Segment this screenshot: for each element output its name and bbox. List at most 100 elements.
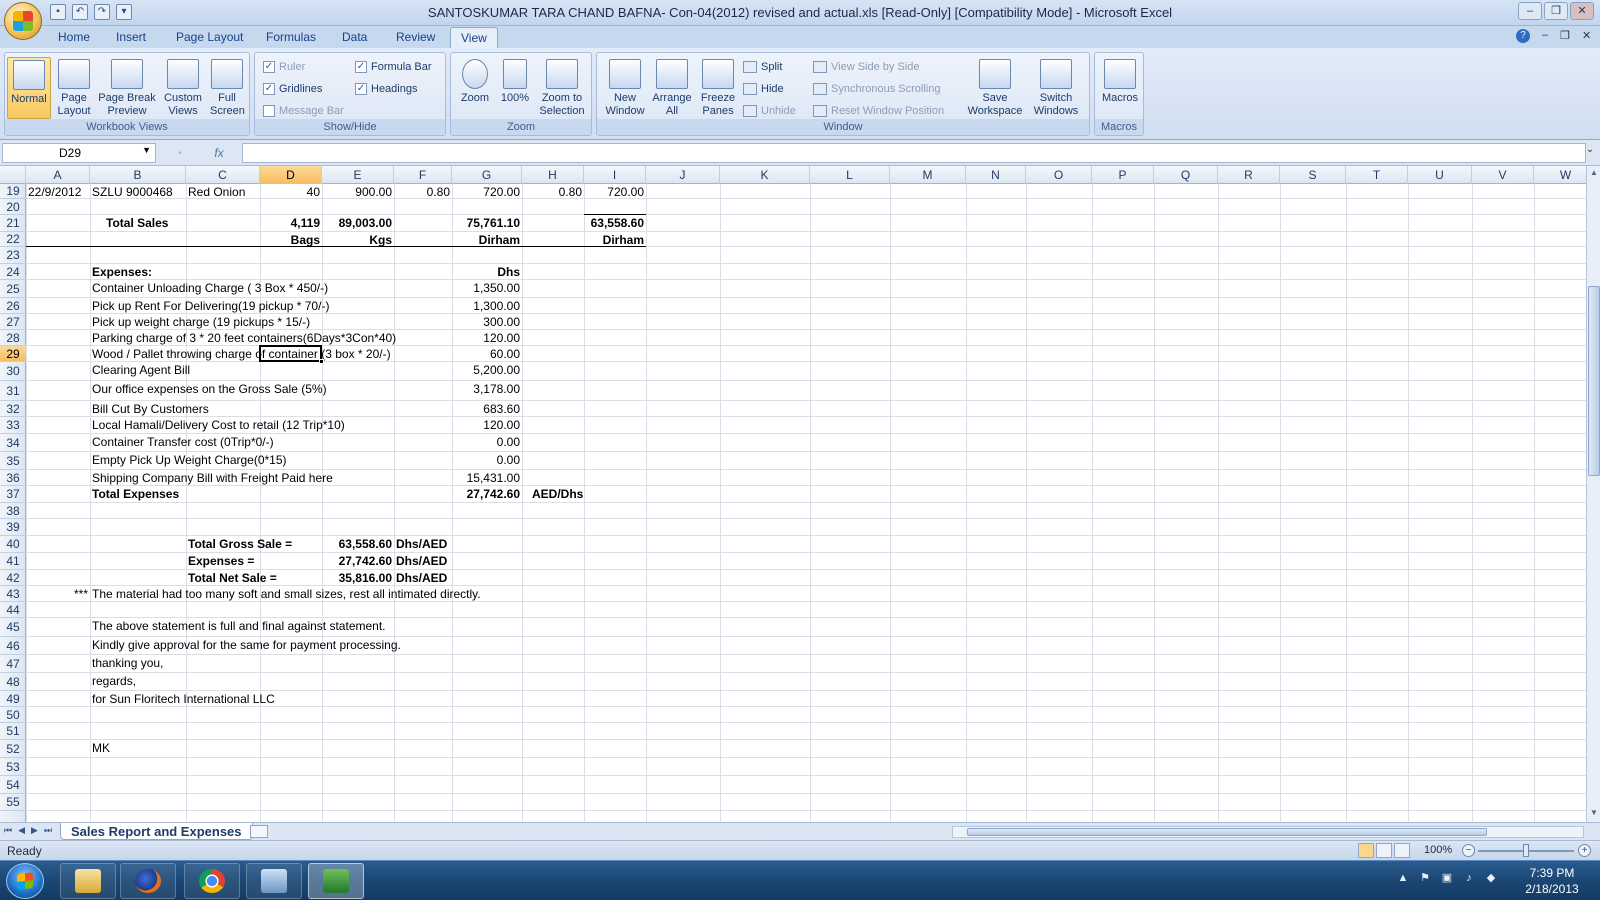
- total-sales-label[interactable]: Total Sales: [106, 216, 168, 231]
- select-all-corner[interactable]: [0, 166, 26, 184]
- expense-amount[interactable]: 15,431.00: [454, 471, 520, 486]
- normal-view-icon[interactable]: [1358, 843, 1374, 858]
- cell-c42[interactable]: Total Net Sale =: [188, 571, 277, 586]
- start-button[interactable]: [6, 863, 44, 899]
- page-break-view-icon[interactable]: [1394, 843, 1410, 858]
- letter-text[interactable]: thanking you,: [92, 656, 163, 671]
- expense-amount[interactable]: 1,300.00: [454, 299, 520, 314]
- column-header-r[interactable]: R: [1218, 166, 1280, 184]
- cell-e40[interactable]: 63,558.60: [324, 537, 392, 552]
- tab-page-layout[interactable]: Page Layout: [176, 30, 243, 44]
- cell-f40[interactable]: Dhs/AED: [396, 537, 447, 552]
- fill-handle[interactable]: [319, 359, 324, 364]
- reset-window-position-button[interactable]: Reset Window Position: [813, 105, 944, 117]
- cell-h19[interactable]: 0.80: [524, 185, 582, 200]
- row-header-29[interactable]: 29: [0, 346, 26, 362]
- taskbar-explorer[interactable]: [60, 863, 116, 899]
- row-header-46[interactable]: 46: [0, 637, 26, 655]
- zoom-in-icon[interactable]: +: [1578, 844, 1591, 857]
- expense-amount[interactable]: 5,200.00: [454, 363, 520, 378]
- row-header-24[interactable]: 24: [0, 264, 26, 280]
- column-header-g[interactable]: G: [452, 166, 522, 184]
- expense-amount[interactable]: 3,178.00: [454, 382, 520, 397]
- row-header-28[interactable]: 28: [0, 330, 26, 346]
- expense-label[interactable]: Shipping Company Bill with Freight Paid …: [92, 471, 333, 486]
- row-header-35[interactable]: 35: [0, 452, 26, 470]
- row-header-53[interactable]: 53: [0, 758, 26, 776]
- expense-label[interactable]: Clearing Agent Bill: [92, 363, 190, 378]
- row-header-50[interactable]: 50: [0, 707, 26, 723]
- minimize-button[interactable]: –: [1518, 2, 1542, 20]
- expense-label[interactable]: Pick up weight charge (19 pickups * 15/-…: [92, 315, 310, 330]
- letter-text[interactable]: for Sun Floritech International LLC: [92, 692, 275, 707]
- cell-g19[interactable]: 720.00: [454, 185, 520, 200]
- expand-formula-bar-icon[interactable]: ⌄: [1584, 144, 1596, 162]
- unhide-button[interactable]: Unhide: [743, 105, 796, 117]
- column-header-t[interactable]: T: [1346, 166, 1408, 184]
- taskbar-chrome[interactable]: [184, 863, 240, 899]
- row-header-39[interactable]: 39: [0, 519, 26, 536]
- message-bar-checkbox[interactable]: Message Bar: [263, 105, 344, 117]
- scroll-up-icon[interactable]: ▲: [1588, 168, 1600, 180]
- taskbar-control-panel[interactable]: [246, 863, 302, 899]
- vertical-scrollbar[interactable]: ▲ ▼: [1586, 166, 1600, 822]
- column-header-l[interactable]: L: [810, 166, 890, 184]
- horizontal-scrollbar[interactable]: [952, 826, 1584, 838]
- expense-label[interactable]: Parking charge of 3 * 20 feet containers…: [92, 331, 396, 346]
- cell-c19[interactable]: Red Onion: [188, 185, 245, 200]
- row-header-37[interactable]: 37: [0, 486, 26, 503]
- row-header-49[interactable]: 49: [0, 691, 26, 707]
- expense-label[interactable]: Container Transfer cost (0Trip*0/-): [92, 435, 274, 450]
- expense-label[interactable]: Container Unloading Charge ( 3 Box * 450…: [92, 281, 328, 296]
- zoom-to-selection-button[interactable]: Zoom to Selection: [535, 57, 589, 118]
- expense-label[interactable]: Pick up Rent For Delivering(19 pickup * …: [92, 299, 329, 314]
- horizontal-scroll-thumb[interactable]: [967, 828, 1487, 836]
- column-header-w[interactable]: W: [1534, 166, 1586, 184]
- row-header-31[interactable]: 31: [0, 381, 26, 401]
- custom-views-button[interactable]: Custom Views: [161, 57, 205, 118]
- cell-e21[interactable]: 89,003.00: [324, 216, 392, 231]
- row-header-22[interactable]: 22: [0, 232, 26, 247]
- macros-button[interactable]: Macros: [1098, 57, 1142, 105]
- row-header-34[interactable]: 34: [0, 434, 26, 452]
- cell-f41[interactable]: Dhs/AED: [396, 554, 447, 569]
- row-header-33[interactable]: 33: [0, 417, 26, 434]
- save-workspace-button[interactable]: Save Workspace: [965, 57, 1025, 118]
- clock[interactable]: 7:39 PM 2/18/2013: [1512, 865, 1592, 897]
- expense-amount[interactable]: 60.00: [454, 347, 520, 362]
- expenses-heading[interactable]: Expenses:: [92, 265, 152, 280]
- column-header-k[interactable]: K: [720, 166, 810, 184]
- row-header-55[interactable]: 55: [0, 794, 26, 811]
- column-header-v[interactable]: V: [1472, 166, 1534, 184]
- active-cell[interactable]: [259, 345, 324, 364]
- expense-amount[interactable]: 683.60: [454, 402, 520, 417]
- full-screen-button[interactable]: Full Screen: [207, 57, 247, 118]
- column-header-b[interactable]: B: [90, 166, 186, 184]
- zoom-100-button[interactable]: 100%: [497, 57, 533, 105]
- cell-e41[interactable]: 27,742.60: [324, 554, 392, 569]
- letter-text[interactable]: Kindly give approval for the same for pa…: [92, 638, 401, 653]
- row-header-41[interactable]: 41: [0, 553, 26, 570]
- worksheet-grid[interactable]: ABCDEFGHIJKLMNOPQRSTUVW 19 20 21 22 23 24 25 26…: [0, 166, 1586, 822]
- cell-g24[interactable]: Dhs: [454, 265, 520, 280]
- office-button[interactable]: [4, 2, 42, 40]
- column-header-n[interactable]: N: [966, 166, 1026, 184]
- formula-bar-checkbox[interactable]: ✓ Formula Bar: [355, 61, 432, 73]
- page-layout-view-button[interactable]: Page Layout: [53, 57, 95, 118]
- row-header-23[interactable]: 23: [0, 247, 26, 264]
- expense-amount[interactable]: 120.00: [454, 418, 520, 433]
- synchronous-scrolling-button[interactable]: Synchronous Scrolling: [813, 83, 940, 95]
- column-header-s[interactable]: S: [1280, 166, 1346, 184]
- taskbar-excel[interactable]: [308, 863, 364, 899]
- tab-formulas[interactable]: Formulas: [266, 30, 316, 44]
- view-side-by-side-button[interactable]: View Side by Side: [813, 61, 919, 73]
- tab-review[interactable]: Review: [396, 30, 435, 44]
- column-header-j[interactable]: J: [646, 166, 720, 184]
- expense-label[interactable]: Empty Pick Up Weight Charge(0*15): [92, 453, 287, 468]
- expense-amount[interactable]: 300.00: [454, 315, 520, 330]
- row-header-25[interactable]: 25: [0, 280, 26, 298]
- freeze-panes-button[interactable]: Freeze Panes: [695, 57, 741, 118]
- chevron-down-icon[interactable]: ▼: [142, 145, 151, 155]
- prev-sheet-icon[interactable]: ◀: [18, 825, 25, 836]
- cell-a19[interactable]: 22/9/2012: [28, 185, 81, 200]
